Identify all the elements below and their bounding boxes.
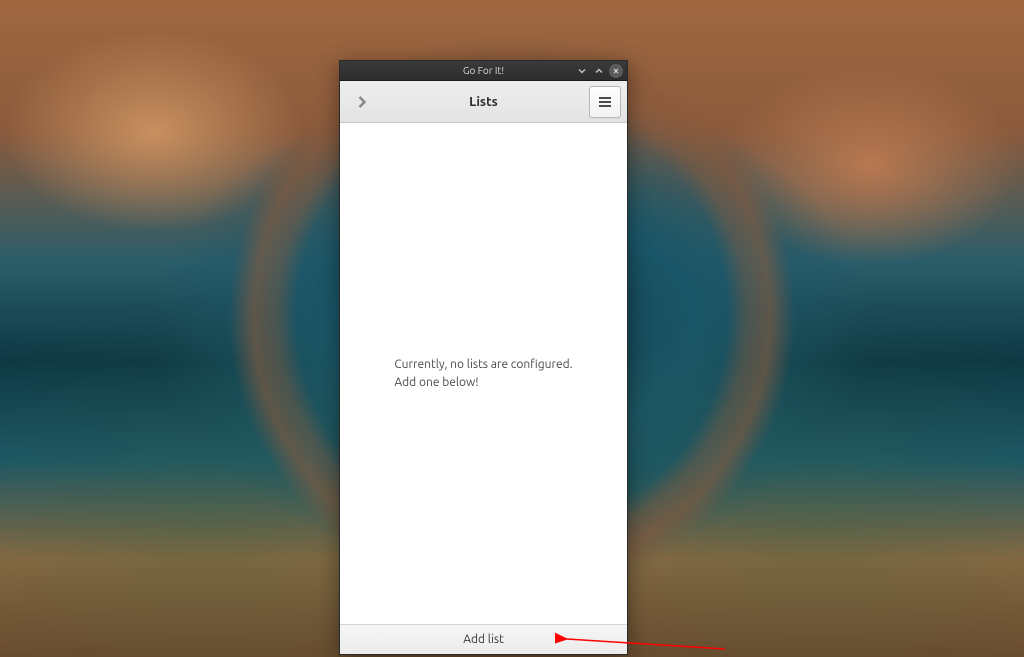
app-window: Go For It! Lists (339, 60, 628, 655)
empty-state-message: Currently, no lists are configured. Add … (394, 356, 572, 392)
minimize-button[interactable] (575, 64, 589, 78)
empty-state-line2: Add one below! (394, 374, 572, 392)
chevron-right-icon (354, 94, 370, 110)
hamburger-icon (598, 96, 612, 108)
chevron-down-icon (577, 66, 587, 76)
chevron-up-icon (594, 66, 604, 76)
window-title: Go For It! (463, 65, 504, 76)
menu-button[interactable] (589, 86, 621, 118)
window-controls (575, 64, 623, 78)
page-title: Lists (384, 95, 583, 109)
close-button[interactable] (609, 64, 623, 78)
empty-state-line1: Currently, no lists are configured. (394, 356, 572, 374)
close-icon (612, 67, 620, 75)
content-area: Currently, no lists are configured. Add … (340, 123, 627, 624)
maximize-button[interactable] (592, 64, 606, 78)
add-list-button[interactable]: Add list (340, 624, 627, 654)
window-titlebar[interactable]: Go For It! (340, 61, 627, 81)
header-bar: Lists (340, 81, 627, 123)
add-list-label: Add list (463, 633, 504, 646)
back-button[interactable] (346, 86, 378, 118)
